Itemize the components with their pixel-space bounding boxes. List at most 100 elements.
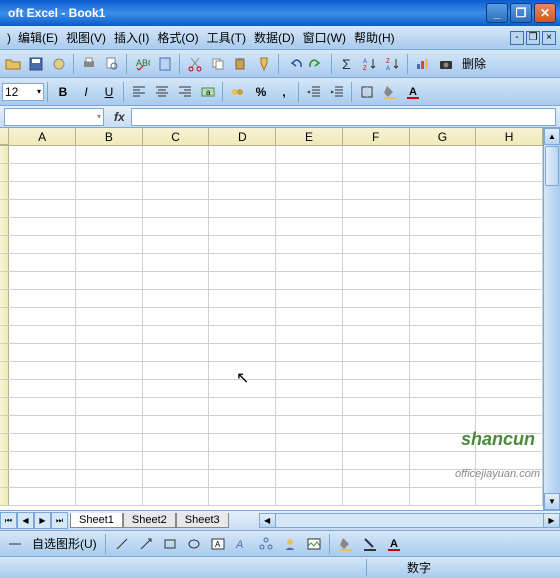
cell[interactable] bbox=[143, 164, 210, 181]
cell[interactable] bbox=[143, 308, 210, 325]
cell[interactable] bbox=[476, 362, 543, 379]
cell[interactable] bbox=[143, 182, 210, 199]
decrease-indent-icon[interactable] bbox=[303, 81, 325, 103]
cell[interactable] bbox=[143, 470, 210, 487]
cell[interactable] bbox=[276, 398, 343, 415]
cell[interactable] bbox=[276, 236, 343, 253]
print-icon[interactable] bbox=[78, 53, 100, 75]
cell[interactable] bbox=[9, 344, 76, 361]
cell[interactable] bbox=[476, 452, 543, 469]
cell[interactable] bbox=[76, 146, 143, 163]
scroll-down-button[interactable]: ▼ bbox=[544, 493, 560, 510]
grid-row[interactable] bbox=[0, 182, 543, 200]
cell[interactable] bbox=[343, 254, 410, 271]
grid-row[interactable] bbox=[0, 146, 543, 164]
cell[interactable] bbox=[209, 452, 276, 469]
cell[interactable] bbox=[209, 470, 276, 487]
grid-row[interactable] bbox=[0, 236, 543, 254]
cell[interactable] bbox=[476, 218, 543, 235]
cell[interactable] bbox=[76, 272, 143, 289]
select-all-corner[interactable] bbox=[0, 128, 9, 145]
cell[interactable] bbox=[76, 290, 143, 307]
hscroll-track[interactable] bbox=[276, 513, 543, 528]
cell[interactable] bbox=[276, 254, 343, 271]
save-icon[interactable] bbox=[25, 53, 47, 75]
cell[interactable] bbox=[276, 362, 343, 379]
cell[interactable] bbox=[476, 164, 543, 181]
sheet-last-button[interactable]: ⏭ bbox=[51, 512, 68, 529]
cell[interactable] bbox=[343, 488, 410, 505]
cell[interactable] bbox=[476, 308, 543, 325]
cell[interactable] bbox=[276, 416, 343, 433]
cell[interactable] bbox=[209, 344, 276, 361]
fill-color-icon[interactable] bbox=[335, 533, 357, 555]
cell[interactable] bbox=[410, 308, 477, 325]
cell[interactable] bbox=[9, 254, 76, 271]
cell[interactable] bbox=[9, 380, 76, 397]
cell[interactable] bbox=[209, 434, 276, 451]
cell[interactable] bbox=[9, 416, 76, 433]
cell[interactable] bbox=[276, 272, 343, 289]
cell[interactable] bbox=[9, 272, 76, 289]
cell[interactable] bbox=[209, 218, 276, 235]
sort-desc-icon[interactable]: ZA bbox=[382, 53, 404, 75]
cell[interactable] bbox=[143, 344, 210, 361]
currency-icon[interactable] bbox=[227, 81, 249, 103]
cell[interactable] bbox=[9, 146, 76, 163]
cell[interactable] bbox=[209, 200, 276, 217]
cell[interactable] bbox=[276, 470, 343, 487]
maximize-button[interactable]: ❐ bbox=[510, 3, 532, 23]
cell[interactable] bbox=[76, 308, 143, 325]
sheet-prev-button[interactable]: ◀ bbox=[17, 512, 34, 529]
cell[interactable] bbox=[209, 362, 276, 379]
sheet-tab-2[interactable]: Sheet2 bbox=[123, 513, 176, 528]
comma-icon[interactable]: , bbox=[273, 81, 295, 103]
align-center-icon[interactable] bbox=[151, 81, 173, 103]
cell[interactable] bbox=[476, 200, 543, 217]
increase-indent-icon[interactable] bbox=[326, 81, 348, 103]
col-header-F[interactable]: F bbox=[343, 128, 410, 145]
col-header-G[interactable]: G bbox=[410, 128, 477, 145]
cell[interactable] bbox=[143, 452, 210, 469]
cell[interactable] bbox=[76, 416, 143, 433]
cell[interactable] bbox=[343, 470, 410, 487]
cell[interactable] bbox=[276, 326, 343, 343]
align-left-icon[interactable] bbox=[128, 81, 150, 103]
col-header-B[interactable]: B bbox=[76, 128, 143, 145]
doc-close-button[interactable]: × bbox=[542, 31, 556, 45]
cell[interactable] bbox=[476, 182, 543, 199]
cell[interactable] bbox=[209, 272, 276, 289]
col-header-D[interactable]: D bbox=[209, 128, 276, 145]
cell[interactable] bbox=[76, 434, 143, 451]
grid-row[interactable] bbox=[0, 290, 543, 308]
grid-row[interactable] bbox=[0, 344, 543, 362]
sheet-next-button[interactable]: ▶ bbox=[34, 512, 51, 529]
cell[interactable] bbox=[343, 434, 410, 451]
col-header-H[interactable]: H bbox=[476, 128, 543, 145]
cell[interactable] bbox=[410, 236, 477, 253]
paste-icon[interactable] bbox=[230, 53, 252, 75]
cell[interactable] bbox=[209, 254, 276, 271]
percent-icon[interactable]: % bbox=[250, 81, 272, 103]
cell[interactable] bbox=[143, 272, 210, 289]
cell[interactable] bbox=[143, 362, 210, 379]
clipart-icon[interactable] bbox=[279, 533, 301, 555]
menu-view[interactable]: 视图(V) bbox=[62, 27, 110, 48]
cell[interactable] bbox=[476, 146, 543, 163]
cell[interactable] bbox=[9, 164, 76, 181]
arrow-icon[interactable] bbox=[135, 533, 157, 555]
cell[interactable] bbox=[276, 146, 343, 163]
cell[interactable] bbox=[476, 254, 543, 271]
grid-row[interactable] bbox=[0, 272, 543, 290]
merge-center-icon[interactable]: a bbox=[197, 81, 219, 103]
cell[interactable] bbox=[143, 218, 210, 235]
cell[interactable] bbox=[276, 344, 343, 361]
cell[interactable] bbox=[410, 146, 477, 163]
cell[interactable] bbox=[209, 488, 276, 505]
underline-button[interactable]: U bbox=[98, 81, 120, 103]
cell[interactable] bbox=[143, 488, 210, 505]
permission-icon[interactable] bbox=[48, 53, 70, 75]
cell[interactable] bbox=[276, 182, 343, 199]
cell[interactable] bbox=[410, 398, 477, 415]
cell[interactable] bbox=[9, 308, 76, 325]
